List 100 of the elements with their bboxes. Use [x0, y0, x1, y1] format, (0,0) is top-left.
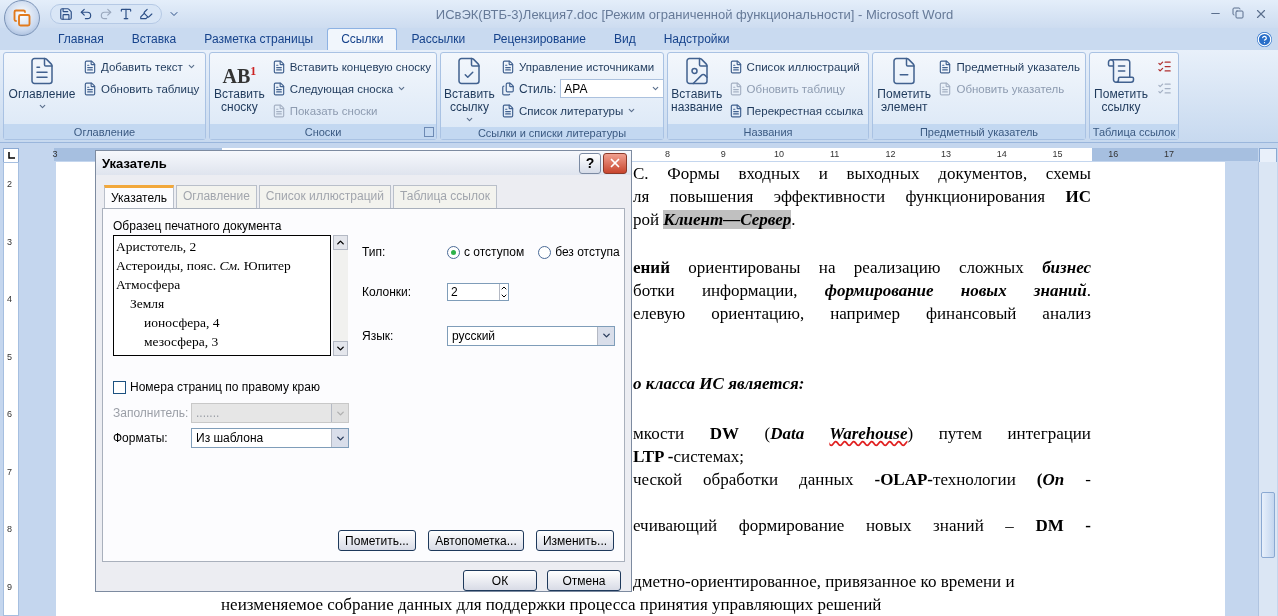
ribbon-tab[interactable]: Вид — [599, 28, 650, 50]
radio-option[interactable]: без отступа — [538, 245, 620, 260]
document-text-line: мкости DW (Data Warehouse) путем интеграции — [633, 423, 1091, 445]
style-dropdown[interactable]: APA — [560, 79, 665, 98]
document-icon — [728, 103, 743, 118]
language-label: Язык: — [362, 328, 395, 343]
ribbon-button[interactable]: Предметный указатель — [936, 56, 1082, 77]
ribbon-tab[interactable]: Рассылки — [397, 28, 480, 50]
group-label: Названия — [743, 125, 793, 138]
ruler-number: 7 — [7, 466, 12, 477]
close-icon — [608, 156, 622, 170]
ruler-number: 15 — [1052, 149, 1063, 159]
ribbon-button[interactable]: Пометить элемент — [876, 56, 933, 124]
ruler-number: 2 — [7, 179, 12, 189]
save-icon[interactable] — [59, 7, 73, 21]
ribbon-button[interactable]: Вставить ссылку — [444, 56, 495, 127]
ruler-number: 8 — [7, 524, 12, 534]
checkbox[interactable] — [113, 380, 126, 394]
close-button[interactable] — [603, 152, 627, 174]
caret-icon — [186, 62, 196, 71]
ribbon-button[interactable]: Список иллюстраций — [726, 56, 866, 77]
scrollbar-thumb[interactable] — [1261, 492, 1275, 558]
ribbon-button[interactable]: Список литературы — [498, 100, 665, 121]
preview-entry: мезосфера, 3 — [143, 333, 220, 351]
ribbon-tab[interactable]: Главная — [44, 28, 118, 50]
document-text-line: ческой обработки данных -OLAP-технологии (On - — [633, 469, 1091, 491]
columns-spinner[interactable]: 2 — [447, 283, 509, 302]
ribbon-button[interactable]: Следующая сноска — [269, 78, 433, 99]
spinner-arrows-icon[interactable] — [499, 284, 508, 301]
document-text-line: ля повышения эффективности функционирования ИС — [633, 186, 1091, 208]
radio-option[interactable]: с отступом — [447, 245, 525, 260]
ribbon-tab[interactable]: Разметка страницы — [190, 28, 328, 50]
document-text-line: ений ориентированы на реализацию сложных бизнес — [633, 257, 1091, 279]
style-label: Стиль: — [518, 81, 557, 96]
ruler-number: 10 — [774, 149, 784, 159]
preview-entry: ионосфера, 4 — [143, 314, 221, 332]
language-dropdown[interactable]: русский — [447, 325, 615, 346]
ribbon-button[interactable]: Вставить концевую сноску — [269, 56, 433, 77]
document-icon — [271, 59, 286, 74]
dialog-title: Указатель — [102, 155, 168, 171]
ribbon-button[interactable]: Обновить таблицу — [81, 78, 202, 99]
scrollbar[interactable] — [333, 235, 348, 356]
preview-label: Образец печатного документа — [113, 219, 283, 233]
font-icon[interactable] — [119, 7, 133, 21]
close-icon[interactable] — [1254, 7, 1268, 21]
ruler-number: 3 — [7, 236, 12, 247]
ribbon-tab[interactable]: Ссылки — [327, 28, 398, 50]
help-icon[interactable] — [1257, 32, 1272, 47]
highlighter-icon[interactable] — [139, 7, 153, 21]
dialog-action-button[interactable]: Автопометка... — [428, 530, 524, 551]
dialog-action-button[interactable]: Изменить... — [536, 530, 614, 551]
document-text-line: ечивающий формирование новых знаний – DM - — [633, 515, 1091, 537]
group-label: Сноски — [304, 125, 342, 138]
dialog-button[interactable]: Отмена — [547, 570, 621, 591]
document-icon — [938, 81, 953, 96]
ribbon-tab[interactable]: Вставка — [117, 28, 191, 50]
documents-icon — [500, 81, 515, 96]
ribbon-button[interactable]: AB$^{1}$ Вставить сноску — [213, 56, 266, 124]
ribbon-button[interactable]: Пометить ссылку — [1093, 56, 1149, 124]
ribbon-button[interactable]: Оглавление — [7, 56, 77, 124]
leader-label: Заполнитель: — [113, 406, 190, 420]
ruler-number: 9 — [7, 581, 12, 592]
group-label: Предметный указатель — [919, 125, 1039, 138]
help-button[interactable]: ? — [579, 152, 601, 174]
dialog-launcher-icon[interactable] — [424, 127, 434, 137]
footnote-icon: AB$^{1}$ — [222, 56, 257, 86]
ruler-number: 16 — [1108, 149, 1119, 159]
ruler-number: 12 — [885, 149, 896, 159]
ribbon-tab[interactable]: Надстройки — [649, 28, 744, 50]
formats-dropdown[interactable]: Из шаблона — [191, 428, 349, 448]
ribbon-button[interactable]: Добавить текст — [81, 56, 202, 77]
ribbon-button[interactable]: Вставить название — [671, 56, 723, 124]
document-icon — [500, 59, 515, 74]
office-button[interactable] — [4, 0, 40, 36]
dialog-tab[interactable]: Указатель — [104, 185, 174, 208]
ribbon-button[interactable]: Перекрестная ссылка — [726, 100, 866, 121]
window-title: ИСвЭК(ВТБ-3)Лекция7.doc [Режим ограниченной функциональности] - Microsoft Word — [434, 6, 955, 22]
vertical-scrollbar[interactable] — [1258, 162, 1277, 616]
ribbon-button[interactable]: Управление источниками — [498, 56, 665, 77]
ruler-number: 9 — [720, 149, 726, 159]
group-label: Ссылки и списки литературы — [477, 127, 627, 139]
dialog-button[interactable]: ОК — [463, 570, 537, 591]
radio-button[interactable] — [538, 245, 552, 259]
preview-entry: Земля — [129, 295, 166, 313]
restore-icon[interactable] — [1232, 7, 1244, 19]
dialog-action-button[interactable]: Пометить... — [338, 530, 416, 551]
ruler-number: 4 — [7, 294, 12, 304]
undo-icon[interactable] — [79, 7, 93, 21]
caret-icon — [464, 115, 474, 124]
radio-button[interactable] — [447, 245, 460, 259]
document-text-line: неизменяемое собрание данных для поддержки процесса принятия управляющих решений — [221, 594, 883, 616]
ruler-number: 3 — [52, 149, 58, 159]
columns-label: Колонки: — [362, 285, 413, 300]
ribbon-tab[interactable]: Рецензирование — [479, 28, 600, 50]
ruler-number: 6 — [7, 409, 12, 419]
document-text-line: LTP -системах; — [633, 446, 746, 468]
document-text-line: рой Клиент—Сервер. — [633, 209, 797, 231]
scroll-icon — [1106, 56, 1136, 86]
list-icon — [1156, 59, 1172, 74]
document-text-line: о класса ИС является: — [633, 373, 806, 395]
